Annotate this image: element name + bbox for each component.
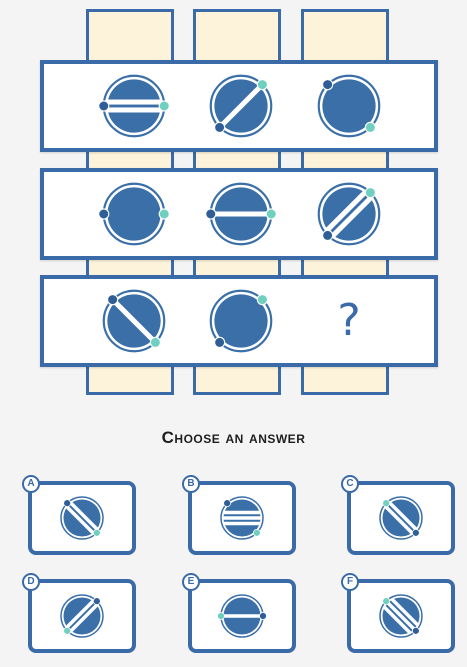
dark-dot: [411, 528, 420, 537]
dark-dot: [92, 597, 101, 606]
choose-answer-heading: Choose an answer: [161, 428, 306, 447]
light-dot: [158, 100, 170, 112]
answer-option-a[interactable]: A: [22, 475, 136, 555]
stripe: [213, 211, 269, 217]
matrix-cell-2-3: [313, 178, 385, 250]
circle-figure-icon: [317, 74, 381, 138]
answer-option-f[interactable]: F: [341, 573, 455, 653]
matrix-row-2: [40, 168, 438, 260]
circle-figure-icon: [102, 289, 166, 353]
matrix-cell-1-3: [313, 70, 385, 142]
option-figure: [57, 591, 107, 641]
stripe-group: [223, 510, 261, 526]
matrix-cell-3-1: [98, 285, 170, 357]
circle-figure-icon: [60, 594, 104, 638]
matrix-cell-1-1: [98, 70, 170, 142]
stripe: [106, 107, 162, 113]
matrix-row-1: [40, 60, 438, 152]
matrix-row-3: ?: [40, 275, 438, 367]
option-figure: [376, 591, 426, 641]
dark-dot: [214, 121, 226, 133]
dark-dot: [205, 208, 217, 220]
option-letter-badge: D: [22, 573, 40, 591]
inner-disk: [107, 187, 161, 241]
matrix-cell-2-2: [205, 178, 277, 250]
dark-dot: [98, 100, 110, 112]
stripe-group: [223, 614, 261, 618]
dark-dot: [214, 336, 226, 348]
circle-figure-icon: [379, 496, 423, 540]
light-dot: [256, 294, 268, 306]
missing-cell-question-mark: ?: [337, 295, 361, 346]
dark-dot: [259, 612, 267, 620]
stripe-group: [213, 211, 269, 217]
stripe: [223, 516, 261, 520]
circle-figure-icon: [98, 182, 170, 246]
light-dot: [364, 121, 376, 133]
light-dot: [63, 626, 72, 635]
light-dot: [217, 612, 225, 620]
dark-dot: [322, 229, 334, 241]
circle-figure-icon: [209, 74, 273, 138]
answer-option-b[interactable]: B: [182, 475, 296, 555]
matrix-cell-2-1: [98, 178, 170, 250]
light-dot: [256, 79, 268, 91]
stripe: [223, 510, 261, 515]
circle-figure-icon: [379, 594, 423, 638]
circle-figure-icon: [205, 182, 277, 246]
circle-figure-icon: [98, 74, 170, 138]
light-dot: [265, 208, 277, 220]
circle-figure-icon: [60, 496, 104, 540]
matrix-cell-3-2: [205, 285, 277, 357]
option-figure: [376, 493, 426, 543]
option-letter-badge: E: [182, 573, 200, 591]
matrix-cell-1-2: [205, 70, 277, 142]
light-dot: [252, 528, 261, 537]
inner-disk: [107, 79, 161, 133]
light-dot: [92, 528, 101, 537]
answer-option-d[interactable]: D: [22, 573, 136, 653]
stripe: [223, 521, 261, 526]
dark-dot: [411, 626, 420, 635]
dark-dot: [98, 208, 110, 220]
light-dot: [158, 208, 170, 220]
dark-dot: [63, 499, 72, 508]
dark-dot: [322, 79, 334, 91]
light-dot: [364, 187, 376, 199]
light-dot: [382, 499, 391, 508]
circle-figure-icon: [220, 496, 264, 540]
stripe: [106, 99, 162, 105]
light-dot: [149, 336, 161, 348]
dark-dot: [223, 499, 232, 508]
option-figure: [57, 493, 107, 543]
option-figure: [217, 591, 267, 641]
answer-option-e[interactable]: E: [182, 573, 296, 653]
option-letter-badge: A: [22, 475, 40, 493]
circle-figure-icon: [217, 594, 267, 638]
option-letter-badge: B: [182, 475, 200, 493]
option-figure: [217, 493, 267, 543]
option-letter-badge: C: [341, 475, 359, 493]
answer-option-c[interactable]: C: [341, 475, 455, 555]
light-dot: [382, 597, 391, 606]
puzzle-matrix: ?: [0, 0, 467, 410]
circle-figure-icon: [209, 289, 273, 353]
circle-figure-icon: [317, 182, 381, 246]
dark-dot: [107, 294, 119, 306]
option-letter-badge: F: [341, 573, 359, 591]
stripe: [223, 614, 261, 618]
